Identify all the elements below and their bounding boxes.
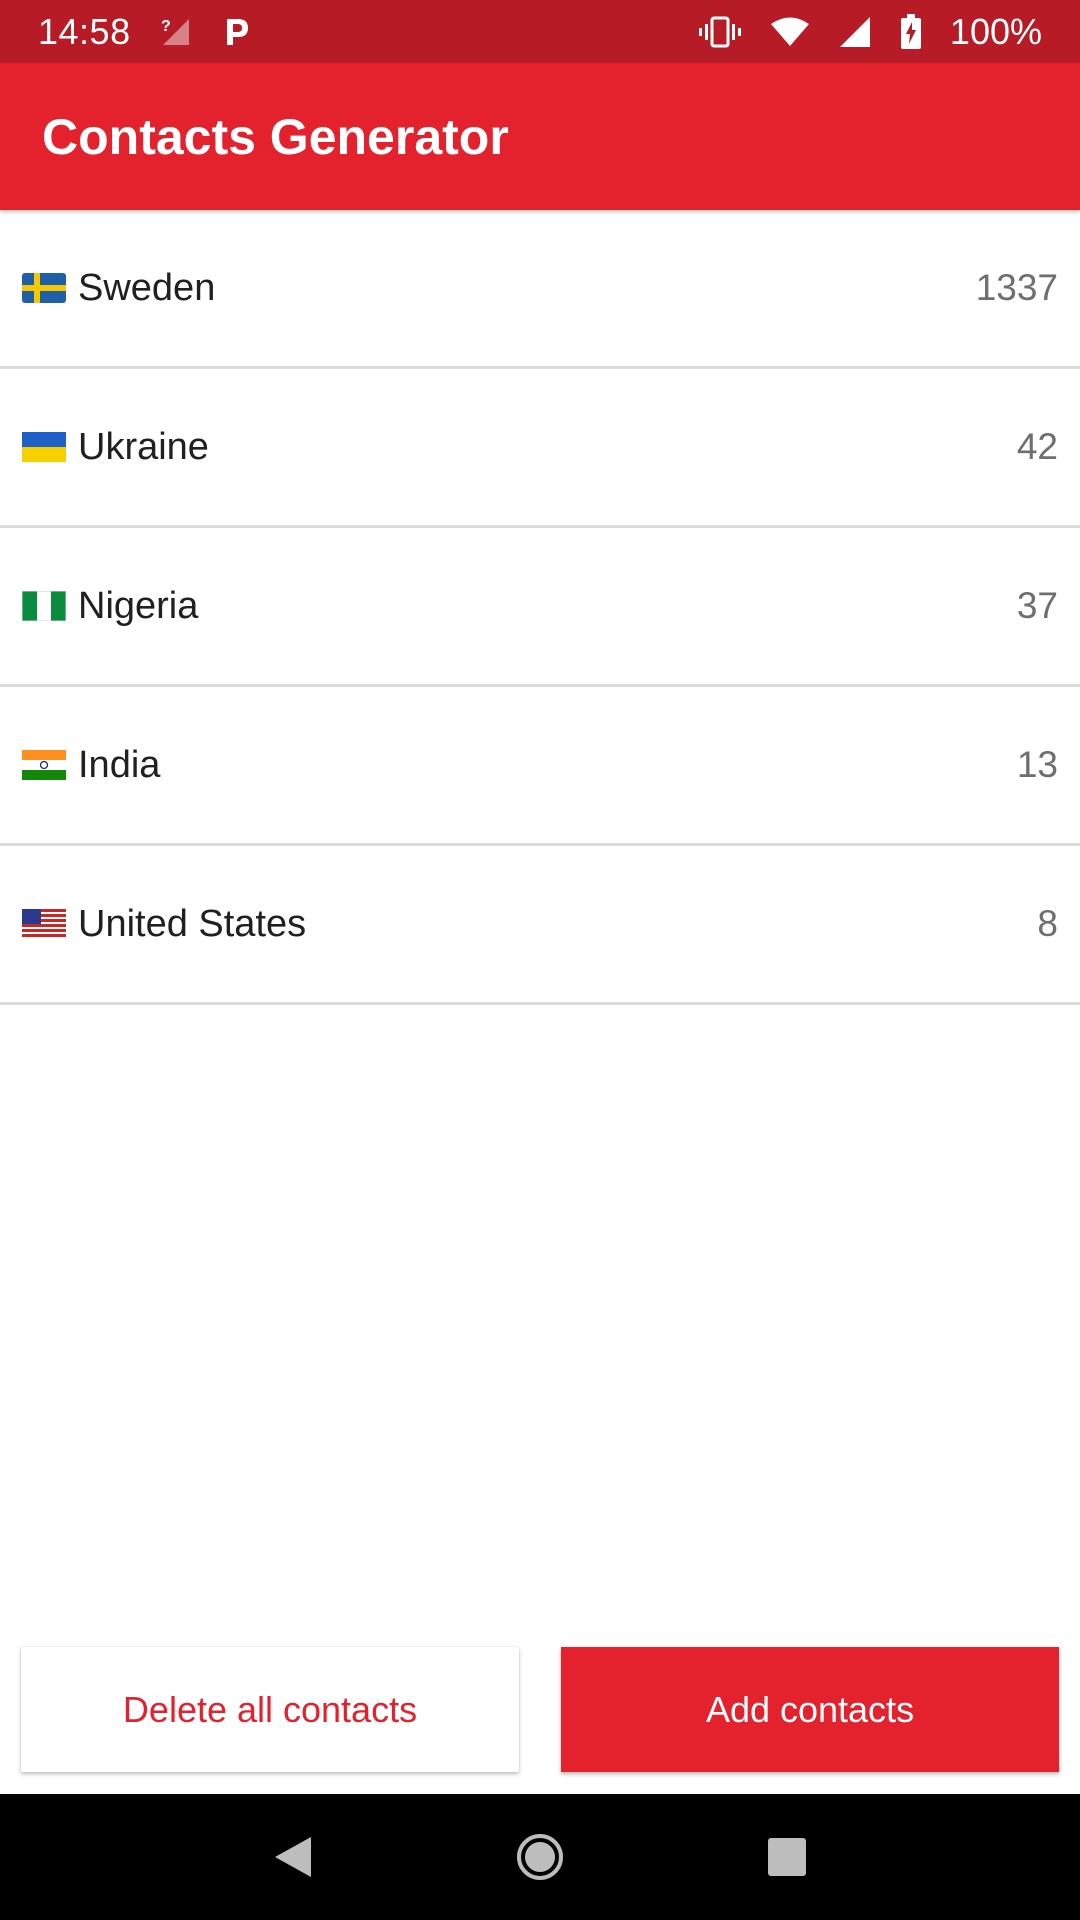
nigeria-flag-icon bbox=[22, 591, 66, 621]
usa-flag-icon bbox=[22, 909, 66, 939]
no-signal-icon: ? bbox=[159, 15, 193, 49]
app-bar: Contacts Generator bbox=[0, 63, 1080, 210]
battery-charging-icon bbox=[900, 13, 922, 50]
country-list: Sweden 1337 Ukraine 42 Nigeria 37 India … bbox=[0, 210, 1080, 1005]
list-item-left: India bbox=[22, 744, 160, 787]
status-bar-right: 100% bbox=[698, 11, 1042, 53]
list-item-ukraine[interactable]: Ukraine 42 bbox=[0, 369, 1080, 528]
contact-count: 8 bbox=[1037, 903, 1058, 944]
contact-count: 13 bbox=[1016, 744, 1058, 785]
contact-count: 37 bbox=[1016, 585, 1058, 626]
add-contacts-button[interactable]: Add contacts bbox=[561, 1647, 1059, 1772]
svg-text:?: ? bbox=[161, 18, 171, 35]
country-name: India bbox=[78, 743, 161, 786]
back-icon[interactable] bbox=[271, 1833, 315, 1881]
wifi-icon bbox=[770, 15, 810, 49]
india-flag-icon bbox=[22, 750, 66, 780]
parking-p-icon bbox=[221, 15, 251, 49]
status-time: 14:58 bbox=[38, 10, 131, 52]
list-item-left: Sweden bbox=[22, 267, 215, 310]
battery-percentage: 100% bbox=[949, 10, 1042, 52]
country-name: Ukraine bbox=[78, 425, 209, 468]
country-name: United States bbox=[78, 902, 307, 945]
contact-count: 1337 bbox=[975, 267, 1058, 308]
app-title: Contacts Generator bbox=[42, 108, 509, 165]
list-item-united-states[interactable]: United States 8 bbox=[0, 846, 1080, 1005]
list-item-india[interactable]: India 13 bbox=[0, 687, 1080, 846]
list-item-left: Nigeria bbox=[22, 585, 198, 628]
navigation-bar bbox=[0, 1794, 1080, 1920]
cell-signal-icon bbox=[838, 15, 872, 49]
vibrate-icon bbox=[698, 15, 742, 49]
ukraine-flag-icon bbox=[22, 432, 66, 462]
delete-all-contacts-button[interactable]: Delete all contacts bbox=[21, 1647, 519, 1772]
home-icon[interactable] bbox=[515, 1832, 565, 1882]
country-name: Nigeria bbox=[78, 584, 199, 627]
country-name: Sweden bbox=[78, 266, 216, 309]
status-bar-left: 14:58 ? bbox=[38, 11, 251, 53]
list-item-nigeria[interactable]: Nigeria 37 bbox=[0, 528, 1080, 687]
list-item-left: United States bbox=[22, 903, 306, 946]
list-item-left: Ukraine bbox=[22, 426, 209, 469]
list-item-sweden[interactable]: Sweden 1337 bbox=[0, 210, 1080, 369]
recents-icon[interactable] bbox=[765, 1835, 809, 1879]
contact-count: 42 bbox=[1016, 426, 1058, 467]
status-bar: 14:58 ? 100% bbox=[0, 0, 1080, 63]
sweden-flag-icon bbox=[22, 273, 66, 303]
